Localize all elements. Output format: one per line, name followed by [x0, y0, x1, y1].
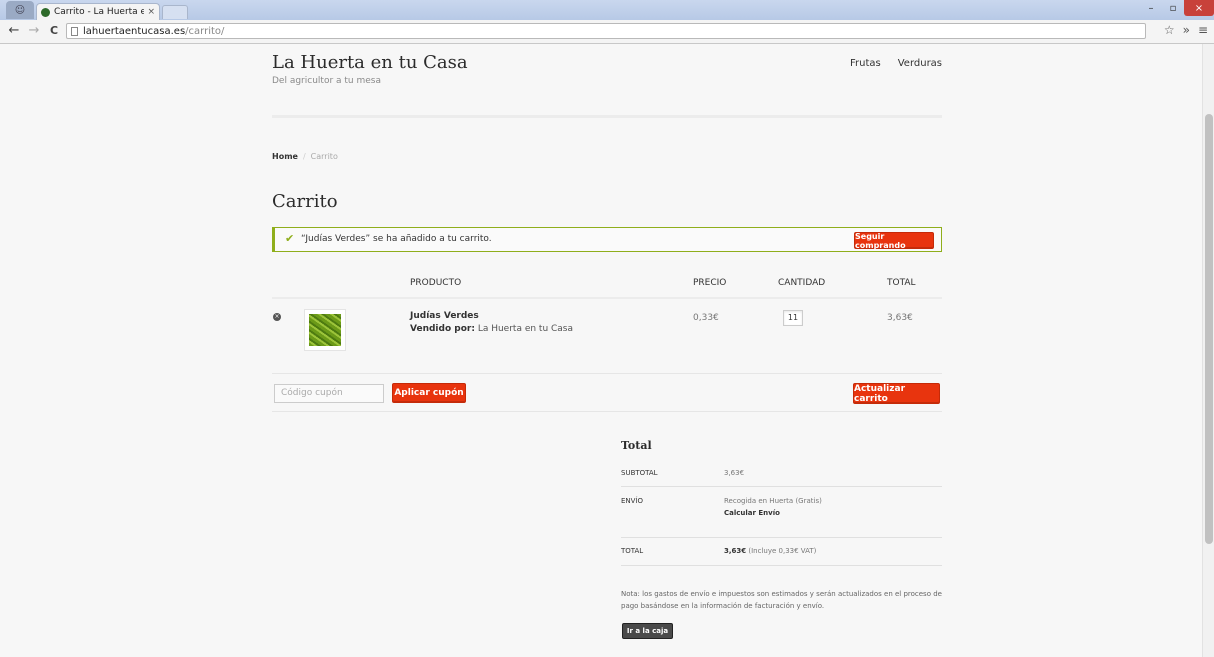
continue-shopping-button[interactable]: Seguir comprando	[854, 232, 934, 250]
browser-tab-bar: ☺ Carrito - La Huerta en tu C × – ▫ ×	[0, 0, 1214, 20]
browser-tab[interactable]: Carrito - La Huerta en tu C ×	[36, 3, 160, 20]
update-cart-button[interactable]: Actualizar carrito	[853, 383, 940, 404]
product-price: 0,33€	[693, 313, 719, 323]
header-divider	[272, 115, 942, 118]
bookmark-star-icon[interactable]: ☆	[1164, 23, 1175, 37]
page-scrollbar[interactable]	[1202, 44, 1214, 657]
apply-coupon-button[interactable]: Aplicar cupón	[392, 383, 466, 403]
totals-divider	[621, 486, 942, 487]
remove-item-icon[interactable]: ×	[273, 313, 281, 321]
extensions-overflow-icon[interactable]: »	[1183, 23, 1190, 37]
breadcrumb-current: Carrito	[310, 152, 338, 161]
total-amount: 3,63€	[724, 547, 747, 555]
reload-icon[interactable]: C	[46, 22, 62, 40]
new-tab-button[interactable]	[162, 5, 188, 19]
shipping-value: Recogida en Huerta (Gratis)	[724, 497, 822, 505]
tab-title: Carrito - La Huerta en tu C	[54, 7, 145, 17]
notice-message: “Judías Verdes” se ha añadido a tu carri…	[301, 234, 492, 244]
url-host: lahuertaentucasa.es	[83, 26, 186, 37]
coupon-input[interactable]: Código cupón	[274, 384, 384, 403]
header-quantity: CANTIDAD	[778, 278, 826, 288]
sold-by-label: Vendido por:	[410, 324, 475, 334]
close-window-icon[interactable]: ×	[1184, 0, 1214, 16]
shipping-label: ENVÍO	[621, 497, 644, 505]
table-header-divider	[272, 297, 942, 299]
checkout-button[interactable]: Ir a la caja	[622, 623, 673, 639]
site-title[interactable]: La Huerta en tu Casa	[272, 52, 468, 73]
sold-by: Vendido por: La Huerta en tu Casa	[410, 324, 573, 334]
checkmark-icon: ✔	[285, 232, 295, 245]
cart-notice: ✔ “Judías Verdes” se ha añadido a tu car…	[272, 227, 942, 252]
total-tax-note: (Incluye 0,33€ VAT)	[748, 547, 817, 555]
browser-toolbar: ← → C lahuertaentucasa.es/carrito/ ☆ » ≡	[0, 20, 1214, 44]
tab-close-icon[interactable]: ×	[147, 7, 155, 17]
restore-icon[interactable]: ▫	[1162, 0, 1184, 16]
product-image	[309, 314, 341, 346]
nav-link-frutas[interactable]: Frutas	[850, 58, 881, 69]
profile-icon[interactable]: ☺	[6, 1, 34, 19]
total-label: TOTAL	[621, 547, 644, 555]
totals-title: Total	[621, 439, 652, 452]
quantity-input[interactable]: 11	[783, 310, 803, 326]
header-total: TOTAL	[887, 278, 916, 288]
header-product: PRODUCTO	[410, 278, 462, 288]
page-title: Carrito	[272, 191, 338, 212]
product-thumbnail[interactable]	[304, 309, 346, 351]
nav-link-verduras[interactable]: Verduras	[898, 58, 942, 69]
subtotal-label: SUBTOTAL	[621, 469, 658, 477]
page-icon	[71, 27, 78, 36]
header-price: PRECIO	[693, 278, 727, 288]
site-tagline: Del agricultor a tu mesa	[272, 76, 381, 86]
product-name[interactable]: Judías Verdes	[410, 311, 479, 321]
totals-divider	[621, 537, 942, 538]
breadcrumb-separator: /	[302, 152, 306, 161]
product-subtotal: 3,63€	[887, 313, 913, 323]
menu-icon[interactable]: ≡	[1198, 23, 1208, 37]
back-icon[interactable]: ←	[6, 22, 22, 40]
address-bar[interactable]: lahuertaentucasa.es/carrito/	[66, 23, 1146, 39]
minimize-icon[interactable]: –	[1140, 0, 1162, 16]
table-row-divider	[272, 373, 942, 374]
window-controls: – ▫ ×	[1140, 0, 1214, 18]
breadcrumb-home[interactable]: Home	[272, 152, 298, 161]
sold-by-vendor: La Huerta en tu Casa	[477, 324, 574, 334]
url-path: /carrito/	[185, 26, 225, 37]
scrollbar-thumb[interactable]	[1205, 114, 1213, 544]
subtotal-value: 3,63€	[724, 469, 745, 477]
shipping-note: Nota: los gastos de envío e impuestos so…	[621, 590, 942, 610]
totals-divider	[621, 565, 942, 566]
main-nav: Frutas Verduras	[850, 58, 942, 69]
actions-divider	[272, 411, 942, 412]
breadcrumb: Home / Carrito	[272, 152, 338, 161]
total-value: 3,63€ (Incluye 0,33€ VAT)	[724, 547, 816, 555]
calculate-shipping-link[interactable]: Calcular Envío	[724, 509, 780, 517]
favicon-icon	[41, 7, 50, 17]
forward-icon[interactable]: →	[26, 22, 42, 40]
